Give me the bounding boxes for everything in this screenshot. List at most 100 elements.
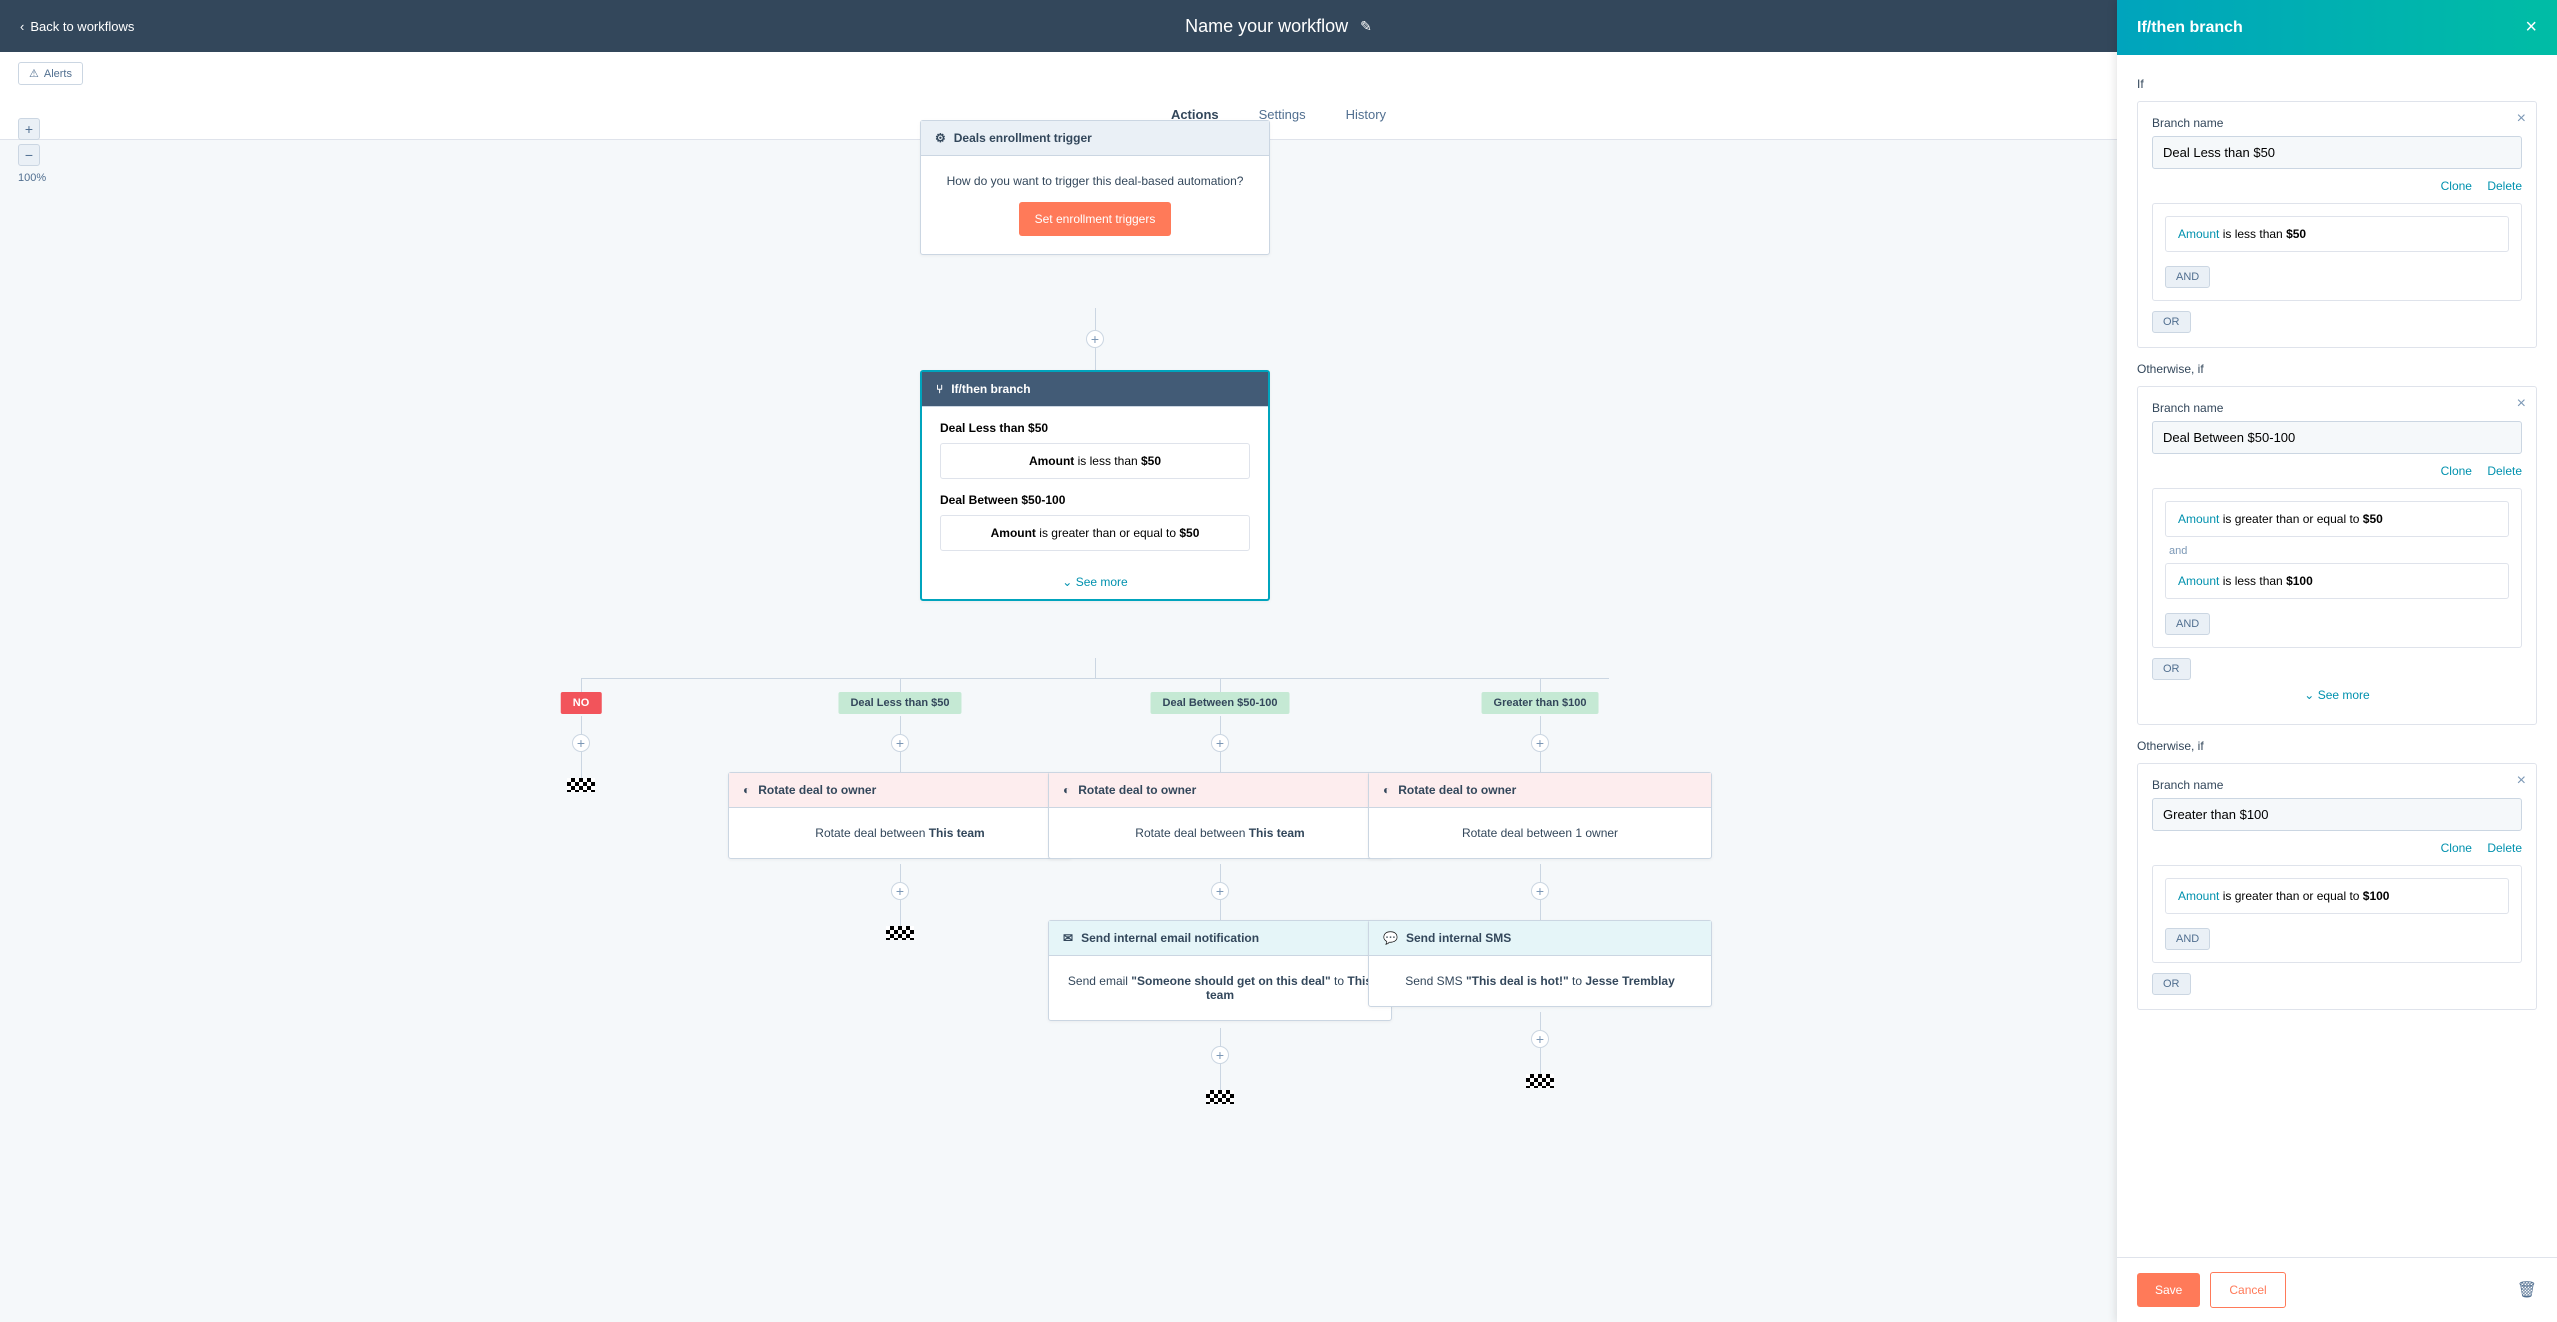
canvas[interactable]: + − 100% ⚙ Deals enrollment trigger How …	[0, 100, 2117, 1322]
filter-group-3: Amount is greater than or equal to $100 …	[2152, 865, 2522, 963]
branch-name-input-2[interactable]	[2152, 421, 2522, 454]
rotate-card-1[interactable]: ◐ Rotate deal to owner Rotate deal betwe…	[728, 772, 1072, 859]
back-label: Back to workflows	[30, 19, 134, 34]
back-to-workflows-link[interactable]: ‹ Back to workflows	[20, 19, 134, 34]
panel-header: If/then branch ×	[2117, 0, 2557, 55]
and-button[interactable]: AND	[2165, 613, 2210, 635]
branch-editor-1: × Branch name Clone Delete Amount is les…	[2137, 101, 2537, 348]
delete-link[interactable]: Delete	[2487, 179, 2522, 193]
clone-link[interactable]: Clone	[2441, 841, 2472, 855]
close-icon[interactable]: ×	[2517, 395, 2526, 413]
add-action-button[interactable]: +	[1211, 734, 1229, 752]
trigger-card[interactable]: ⚙ Deals enrollment trigger How do you wa…	[920, 120, 1270, 255]
filter-row[interactable]: Amount is less than $100	[2165, 563, 2509, 599]
connector	[1220, 716, 1221, 734]
otherwise-label: Otherwise, if	[2137, 362, 2537, 376]
field-label: Branch name	[2152, 401, 2522, 415]
branch-editor-2: × Branch name Clone Delete Amount is gre…	[2137, 386, 2537, 725]
branch-name-input-1[interactable]	[2152, 136, 2522, 169]
add-action-button[interactable]: +	[1531, 734, 1549, 752]
branch-name-1: Deal Less than $50	[940, 421, 1250, 435]
if-label: If	[2137, 77, 2537, 91]
save-button[interactable]: Save	[2137, 1273, 2200, 1307]
branch-tag-3: Greater than $100	[1482, 692, 1599, 714]
zoom-in-button[interactable]: +	[18, 118, 40, 140]
or-button[interactable]: OR	[2152, 658, 2191, 680]
deals-icon: ⚙	[935, 131, 946, 145]
warning-icon: ⚠	[29, 67, 39, 80]
condition-1: Amount is less than $50	[940, 443, 1250, 479]
end-icon	[886, 926, 914, 940]
alerts-button[interactable]: ⚠ Alerts	[18, 62, 83, 85]
cancel-button[interactable]: Cancel	[2210, 1272, 2285, 1308]
and-button[interactable]: AND	[2165, 266, 2210, 288]
connector	[900, 900, 901, 926]
filter-group-2: Amount is greater than or equal to $50 a…	[2152, 488, 2522, 648]
close-icon[interactable]: ×	[2525, 16, 2537, 39]
or-button[interactable]: OR	[2152, 311, 2191, 333]
rotate-icon: ◐	[1383, 783, 1390, 797]
panel-title: If/then branch	[2137, 19, 2243, 37]
and-button[interactable]: AND	[2165, 928, 2210, 950]
filter-row[interactable]: Amount is greater than or equal to $50	[2165, 501, 2509, 537]
delete-link[interactable]: Delete	[2487, 464, 2522, 478]
trigger-header: ⚙ Deals enrollment trigger	[921, 121, 1269, 156]
add-action-button[interactable]: +	[1531, 1030, 1549, 1048]
add-action-button[interactable]: +	[891, 882, 909, 900]
email-card[interactable]: ✉Send internal email notification Send e…	[1048, 920, 1392, 1021]
connector	[1540, 864, 1541, 882]
side-panel: If/then branch × If × Branch name Clone …	[2117, 0, 2557, 1322]
ifthen-title: If/then branch	[951, 382, 1030, 396]
filter-group-1: Amount is less than $50 AND	[2152, 203, 2522, 301]
add-action-button[interactable]: +	[891, 734, 909, 752]
workflow-title: Name your workflow	[1185, 16, 1348, 37]
connector	[1220, 1028, 1221, 1046]
field-label: Branch name	[2152, 778, 2522, 792]
trash-icon[interactable]: 🗑	[2517, 1280, 2537, 1300]
sms-card[interactable]: 💬Send internal SMS Send SMS "This deal i…	[1368, 920, 1712, 1007]
zoom-out-button[interactable]: −	[18, 144, 40, 166]
delete-link[interactable]: Delete	[2487, 841, 2522, 855]
connector	[1540, 752, 1541, 772]
clone-link[interactable]: Clone	[2441, 179, 2472, 193]
set-triggers-button[interactable]: Set enrollment triggers	[1019, 202, 1172, 236]
add-action-button[interactable]: +	[1086, 330, 1104, 348]
connector	[1220, 900, 1221, 920]
connector	[581, 678, 1609, 679]
close-icon[interactable]: ×	[2517, 110, 2526, 128]
add-action-button[interactable]: +	[1211, 882, 1229, 900]
add-action-button[interactable]: +	[1531, 882, 1549, 900]
trigger-title: Deals enrollment trigger	[954, 131, 1092, 145]
ifthen-header: ⑂ If/then branch	[922, 372, 1268, 407]
filter-row[interactable]: Amount is greater than or equal to $100	[2165, 878, 2509, 914]
branch-name-input-3[interactable]	[2152, 798, 2522, 831]
connector	[900, 752, 901, 772]
ifthen-card[interactable]: ⑂ If/then branch Deal Less than $50 Amou…	[920, 370, 1270, 601]
panel-body[interactable]: If × Branch name Clone Delete Amount is …	[2117, 55, 2557, 1257]
connector	[900, 716, 901, 734]
connector	[581, 678, 582, 692]
chevron-down-icon: ⌄	[1062, 575, 1072, 589]
condition-2: Amount is greater than or equal to $50	[940, 515, 1250, 551]
add-action-button[interactable]: +	[572, 734, 590, 752]
pencil-icon[interactable]: ✎	[1360, 18, 1372, 35]
field-label: Branch name	[2152, 116, 2522, 130]
end-icon	[1526, 1074, 1554, 1088]
sms-icon: 💬	[1383, 931, 1398, 945]
clone-link[interactable]: Clone	[2441, 464, 2472, 478]
or-button[interactable]: OR	[2152, 973, 2191, 995]
connector	[1220, 752, 1221, 772]
close-icon[interactable]: ×	[2517, 772, 2526, 790]
connector	[900, 864, 901, 882]
see-more-link[interactable]: ⌄ See more	[2152, 680, 2522, 710]
branch-icon: ⑂	[936, 382, 943, 396]
rotate-card-3[interactable]: ◐Rotate deal to owner Rotate deal betwee…	[1368, 772, 1712, 859]
rotate-card-2[interactable]: ◐Rotate deal to owner Rotate deal betwee…	[1048, 772, 1392, 859]
filter-row[interactable]: Amount is less than $50	[2165, 216, 2509, 252]
end-icon	[567, 778, 595, 792]
add-action-button[interactable]: +	[1211, 1046, 1229, 1064]
branch-tag-1: Deal Less than $50	[838, 692, 961, 714]
alerts-label: Alerts	[44, 68, 72, 80]
see-more-link[interactable]: ⌄ See more	[922, 565, 1268, 599]
branch-editor-3: × Branch name Clone Delete Amount is gre…	[2137, 763, 2537, 1010]
